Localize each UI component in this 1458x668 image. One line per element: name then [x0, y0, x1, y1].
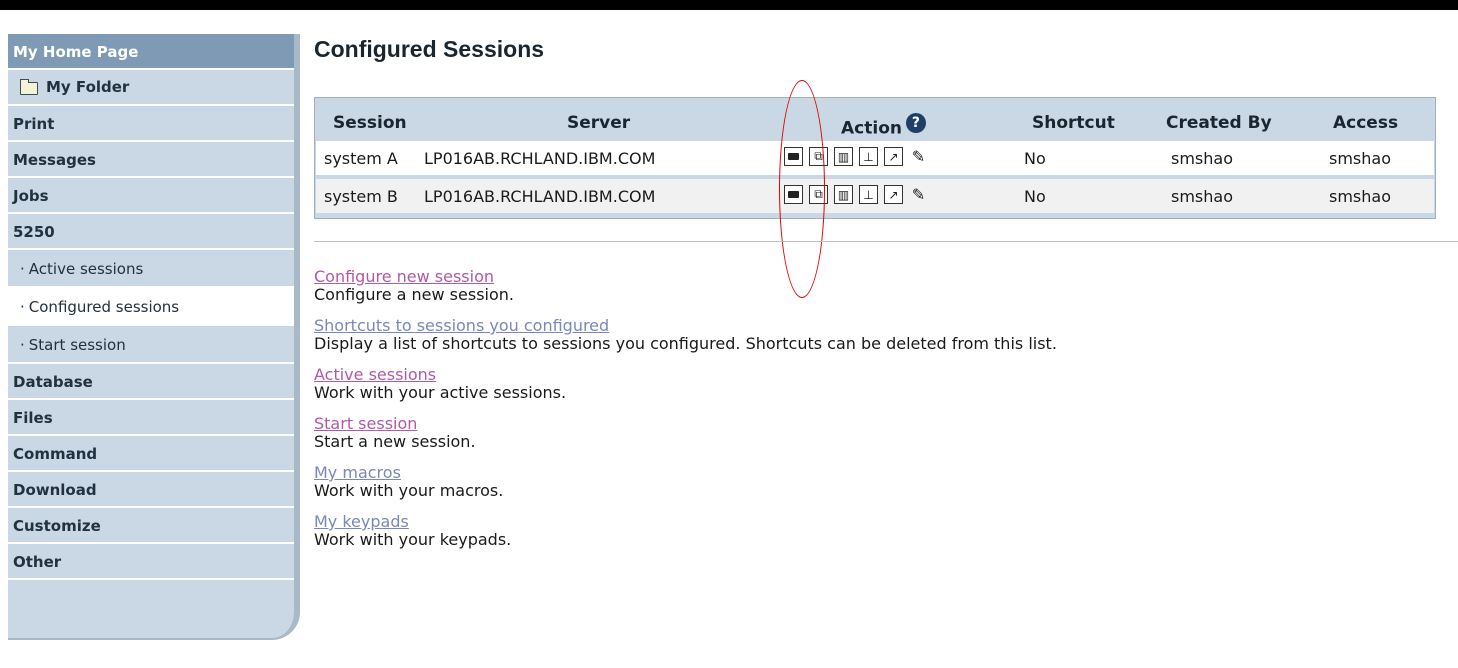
nav-my-home-page[interactable]: My Home Page: [8, 34, 294, 70]
top-bar: [0, 0, 1458, 10]
table-row: system A LP016AB.RCHLAND.IBM.COM ⧉ ▥ ⊥ ↗…: [316, 141, 1434, 175]
sessions-table: Session Server Action? Shortcut Created …: [314, 97, 1436, 219]
cell-access: smshao: [1329, 187, 1391, 206]
nav-start-session[interactable]: · Start session: [8, 326, 294, 364]
link-configure-new-session[interactable]: Configure new session: [314, 268, 1414, 286]
nav-files[interactable]: Files: [8, 400, 294, 436]
shortcut-icon[interactable]: ↗: [884, 147, 903, 166]
table-header: Session Server Action? Shortcut Created …: [315, 98, 1435, 142]
col-server: Server: [567, 113, 631, 133]
shortcut-icon[interactable]: ↗: [884, 185, 903, 204]
link-description: Work with your keypads.: [314, 530, 512, 549]
cell-created-by: smshao: [1171, 187, 1233, 206]
link-item: Configure new session Configure a new se…: [314, 268, 1414, 304]
start-session-icon[interactable]: [784, 185, 803, 204]
edit-icon[interactable]: ✎: [909, 185, 928, 204]
nav-configured-sessions-label: Configured sessions: [28, 298, 180, 316]
nav-customize[interactable]: Customize: [8, 508, 294, 544]
copy-icon[interactable]: ⧉: [809, 185, 828, 204]
edit-icon[interactable]: ✎: [909, 147, 928, 166]
link-description: Start a new session.: [314, 432, 476, 451]
link-shortcuts-to-sessions[interactable]: Shortcuts to sessions you configured: [314, 317, 1414, 335]
print-icon[interactable]: ⊥: [859, 147, 878, 166]
cell-access: smshao: [1329, 149, 1391, 168]
row-actions: ⧉ ▥ ⊥ ↗ ✎: [784, 147, 928, 166]
link-item: My macros Work with your macros.: [314, 464, 1414, 500]
page-title: Configured Sessions: [314, 36, 545, 62]
link-list: Configure new session Configure a new se…: [314, 268, 1414, 562]
delete-icon[interactable]: ▥: [834, 147, 853, 166]
cell-shortcut: No: [1024, 187, 1046, 206]
link-description: Work with your macros.: [314, 481, 504, 500]
nav-configured-sessions[interactable]: · Configured sessions: [8, 288, 294, 326]
col-action-label: Action: [841, 118, 902, 139]
col-access: Access: [1333, 113, 1399, 133]
col-shortcut: Shortcut: [1032, 113, 1115, 133]
start-session-icon[interactable]: [784, 147, 803, 166]
nav-jobs[interactable]: Jobs: [8, 178, 294, 214]
help-icon[interactable]: ?: [905, 113, 926, 133]
nav-download[interactable]: Download: [8, 472, 294, 508]
nav-my-folder[interactable]: My Folder: [8, 70, 294, 106]
nav-other[interactable]: Other: [8, 544, 294, 580]
bullet: ·: [20, 298, 25, 316]
link-description: Work with your active sessions.: [314, 383, 567, 402]
nav-my-folder-label: My Folder: [46, 78, 130, 96]
table-row: system B LP016AB.RCHLAND.IBM.COM ⧉ ▥ ⊥ ↗…: [316, 179, 1434, 213]
link-item: Shortcuts to sessions you configured Dis…: [314, 317, 1414, 353]
cell-session: system B: [324, 187, 398, 206]
delete-icon[interactable]: ▥: [834, 185, 853, 204]
link-my-macros[interactable]: My macros: [314, 464, 1414, 482]
cell-server: LP016AB.RCHLAND.IBM.COM: [424, 187, 656, 206]
col-action: Action?: [841, 113, 926, 139]
nav-5250[interactable]: 5250: [8, 214, 294, 250]
copy-icon[interactable]: ⧉: [809, 147, 828, 166]
link-item: My keypads Work with your keypads.: [314, 513, 1414, 549]
bullet: ·: [20, 260, 25, 278]
cell-shortcut: No: [1024, 149, 1046, 168]
link-description: Configure a new session.: [314, 285, 514, 304]
nav-database[interactable]: Database: [8, 364, 294, 400]
sidebar: My Home Page My Folder Print Messages Jo…: [8, 34, 300, 640]
cell-created-by: smshao: [1171, 149, 1233, 168]
link-start-session[interactable]: Start session: [314, 415, 1414, 433]
link-item: Start session Start a new session.: [314, 415, 1414, 451]
cell-session: system A: [324, 149, 398, 168]
col-created-by: Created By: [1166, 113, 1272, 133]
bullet: ·: [20, 336, 25, 354]
nav-active-sessions-label: Active sessions: [28, 260, 144, 278]
link-description: Display a list of shortcuts to sessions …: [314, 334, 1057, 353]
link-my-keypads[interactable]: My keypads: [314, 513, 1414, 531]
nav-active-sessions[interactable]: · Active sessions: [8, 250, 294, 288]
nav-start-session-label: Start session: [28, 336, 126, 354]
print-icon[interactable]: ⊥: [859, 185, 878, 204]
folder-icon: [20, 78, 38, 95]
link-active-sessions[interactable]: Active sessions: [314, 366, 1414, 384]
row-actions: ⧉ ▥ ⊥ ↗ ✎: [784, 185, 928, 204]
cell-server: LP016AB.RCHLAND.IBM.COM: [424, 149, 656, 168]
col-session: Session: [333, 113, 407, 133]
nav-command[interactable]: Command: [8, 436, 294, 472]
divider: [314, 241, 1458, 242]
nav-print[interactable]: Print: [8, 106, 294, 142]
nav-messages[interactable]: Messages: [8, 142, 294, 178]
link-item: Active sessions Work with your active se…: [314, 366, 1414, 402]
